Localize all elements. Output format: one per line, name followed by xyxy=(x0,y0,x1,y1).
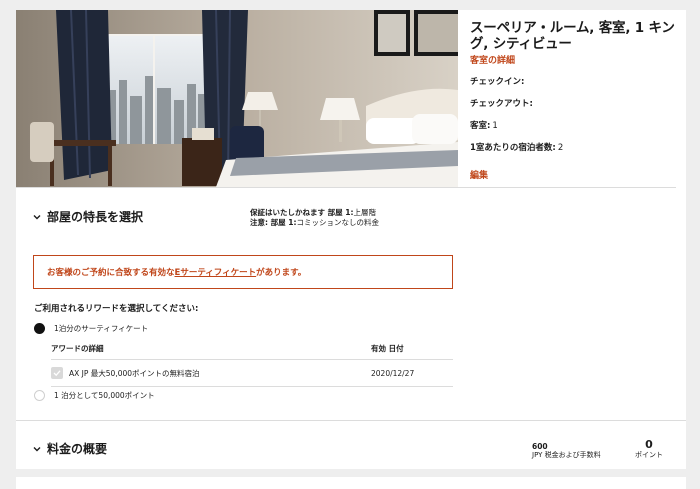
check-icon xyxy=(53,370,61,377)
room-title: スーペリア・ルーム, 客室, 1 キング, シティビュー xyxy=(470,20,675,52)
reward-option-points-label: 1 泊分として50,000ポイント xyxy=(54,391,155,400)
guarantee-value: 上層階 xyxy=(353,208,376,217)
points-amount: 0 xyxy=(645,438,653,451)
check-out-row: チェックアウト: xyxy=(470,99,680,110)
reservation-card: スーペリア・ルーム, 客室, 1 キング, シティビュー 客室の詳細 チェックイ… xyxy=(16,10,686,469)
room-details-link[interactable]: 客室の詳細 xyxy=(470,53,680,66)
summary-title: 料金の概要 xyxy=(47,442,108,456)
award-description: AX JP 最大50,000ポイントの無料宿泊 xyxy=(69,368,200,378)
check-in-label: チェックイン: xyxy=(470,77,525,87)
guarantee-label: 保証はいたしかねます 部屋 1: xyxy=(250,208,354,217)
rooms-label: 客室: xyxy=(470,121,491,131)
certificate-link[interactable]: Eサーティフィケート xyxy=(175,266,257,278)
room-photo xyxy=(16,10,458,187)
divider xyxy=(16,187,676,188)
certificate-text-before: お客様のご予約に合致する有効な xyxy=(47,268,175,278)
points-summary: 0 ポイント xyxy=(624,439,674,460)
price-caption: JPY 税金および手数料 xyxy=(532,451,601,459)
radio-unselected[interactable] xyxy=(34,390,45,401)
radio-selected[interactable] xyxy=(34,323,45,334)
summary-section-toggle[interactable]: 料金の概要 xyxy=(32,440,107,457)
award-date-header: 有効 日付 xyxy=(371,344,404,353)
award-table-divider xyxy=(51,359,453,360)
divider xyxy=(16,420,686,421)
certificate-banner: お客様のご予約に合致する有効な Eサーティフィケート があります。 xyxy=(33,255,453,289)
note-label: 注意: 部屋 1: xyxy=(250,218,297,227)
chevron-down-icon xyxy=(33,446,41,451)
reward-option-points[interactable]: 1 泊分として50,000ポイント xyxy=(34,390,155,401)
price-summary: 600 JPY 税金および手数料 xyxy=(532,442,601,460)
award-date: 2020/12/27 xyxy=(371,368,415,378)
edit-link[interactable]: 編集 xyxy=(470,168,680,181)
award-detail-header: アワードの詳細 xyxy=(51,344,104,353)
award-table-divider xyxy=(51,386,453,387)
note-value: コミッションなしの料金 xyxy=(296,218,379,227)
check-out-label: チェックアウト: xyxy=(470,99,533,109)
award-table: アワードの詳細 有効 日付 AX JP 最大50,000ポイントの無料宿泊 20… xyxy=(51,343,453,387)
award-checkbox[interactable] xyxy=(51,367,63,379)
features-title: 部屋の特長を選択 xyxy=(47,210,144,224)
award-table-header: アワードの詳細 有効 日付 xyxy=(51,343,453,357)
guarantee-note: 保証はいたしかねます 部屋 1:上層階 注意: 部屋 1:コミッションなしの料金 xyxy=(250,208,379,228)
features-section-toggle[interactable]: 部屋の特長を選択 xyxy=(32,208,143,225)
next-card-edge xyxy=(16,477,686,489)
rooms-row: 客室: 1 xyxy=(470,121,680,132)
reward-option-certificate[interactable]: 1泊分のサーティフィケート xyxy=(34,323,148,334)
check-in-row: チェックイン: xyxy=(470,77,680,88)
guests-label: 1室あたりの宿泊者数: xyxy=(470,143,556,153)
rewards-prompt: ご利用されるリワードを選択してください: xyxy=(34,304,199,314)
room-info: スーペリア・ルーム, 客室, 1 キング, シティビュー 客室の詳細 チェックイ… xyxy=(470,20,680,181)
rooms-value: 1 xyxy=(492,121,498,131)
certificate-text-after: があります。 xyxy=(256,268,307,278)
table-row: AX JP 最大50,000ポイントの無料宿泊 2020/12/27 xyxy=(51,362,453,384)
reward-option-certificate-label: 1泊分のサーティフィケート xyxy=(54,324,149,333)
points-caption: ポイント xyxy=(635,451,663,459)
guests-row: 1室あたりの宿泊者数: 2 xyxy=(470,143,680,154)
price-amount: 600 xyxy=(532,442,548,451)
chevron-down-icon xyxy=(33,214,41,219)
guests-value: 2 xyxy=(557,143,564,153)
